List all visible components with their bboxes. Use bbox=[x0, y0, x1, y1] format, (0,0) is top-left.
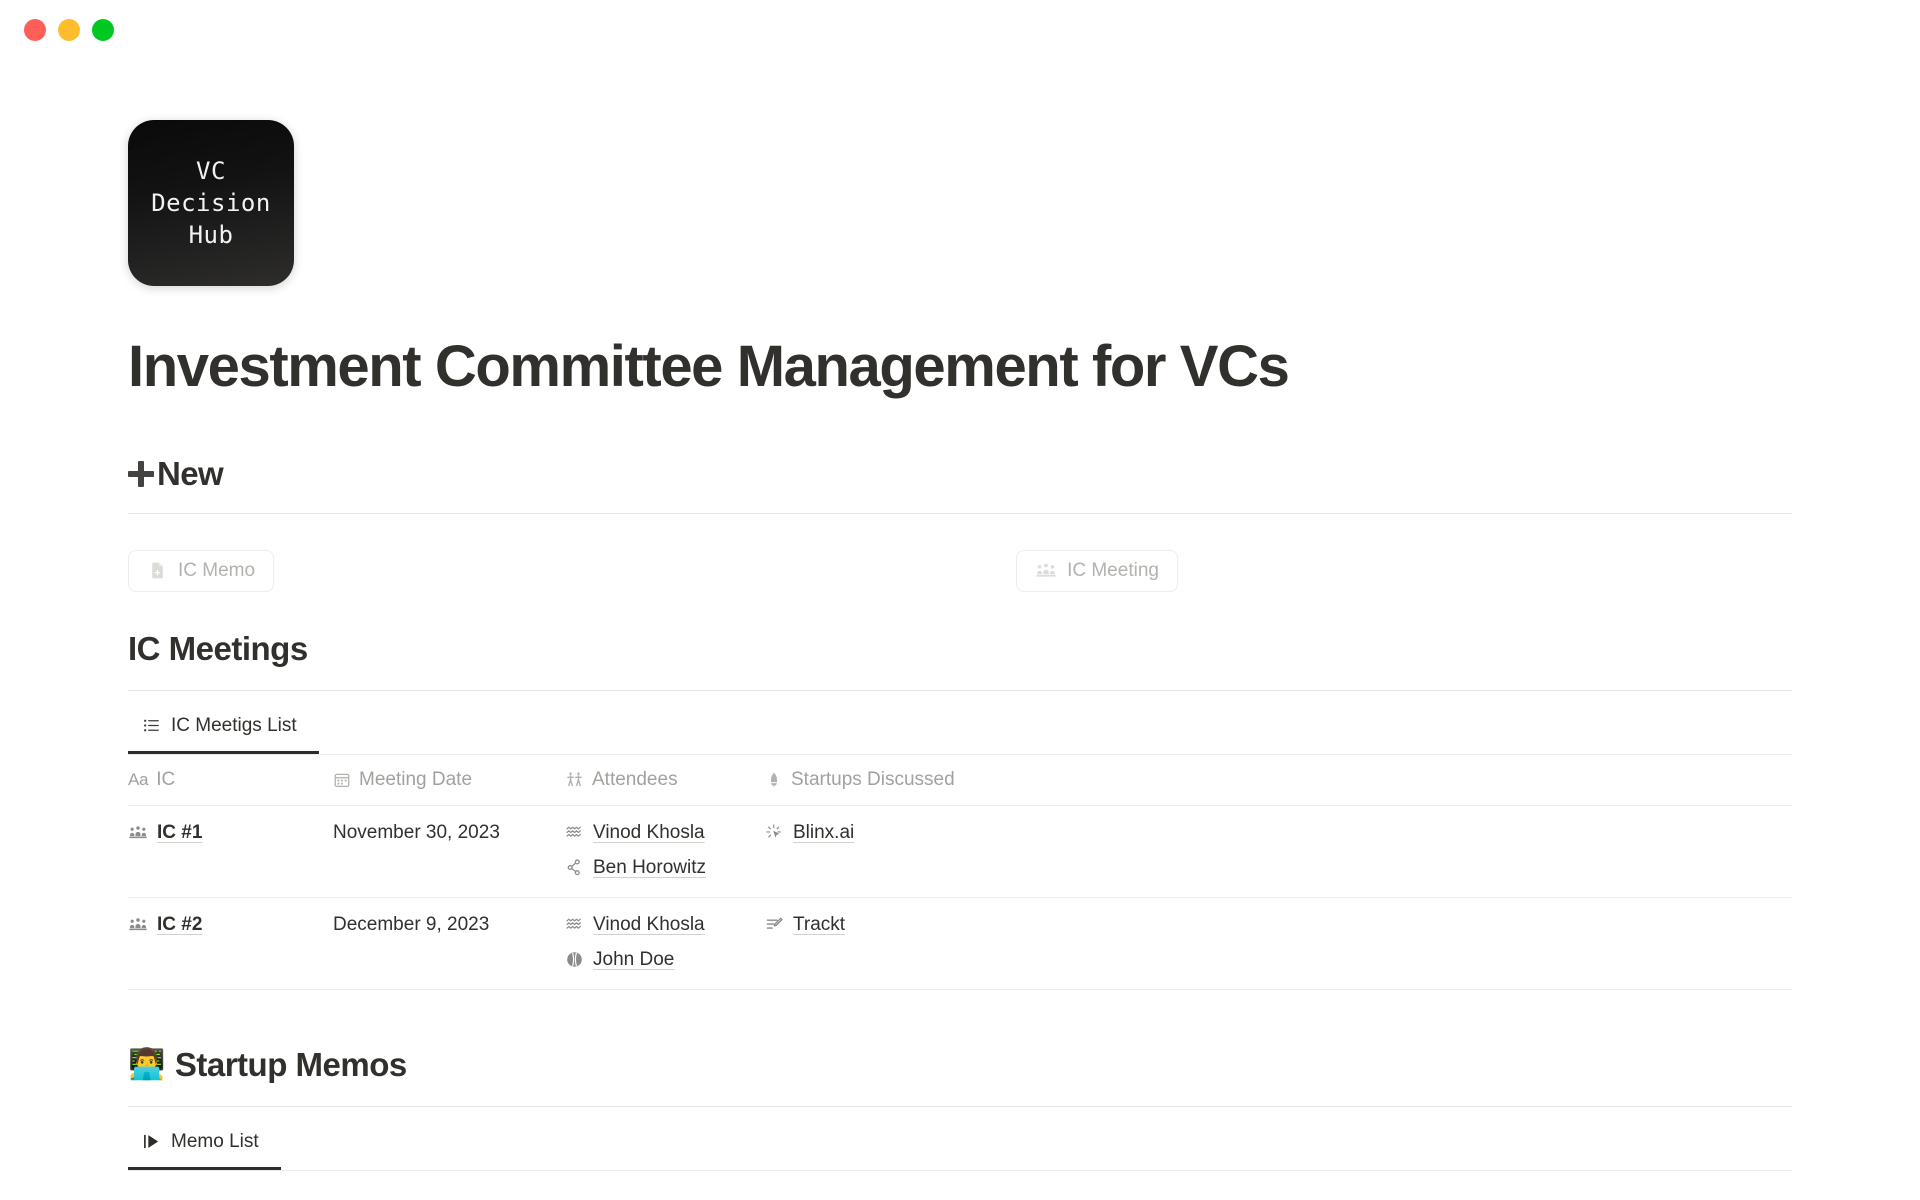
aa-text-icon: Aa bbox=[128, 769, 149, 789]
cell-startups-discussed: Trackt bbox=[765, 897, 1792, 990]
ic-meetings-section-title-label: IC Meetings bbox=[128, 629, 308, 667]
technologist-emoji-icon: 👨‍💻 bbox=[128, 1047, 165, 1081]
new-section-heading-label: New bbox=[157, 454, 224, 492]
column-header-ic[interactable]: Aa IC bbox=[128, 754, 333, 806]
column-header-attendees-label: Attendees bbox=[592, 768, 678, 790]
tab-ic-meetings-list[interactable]: IC Meetigs List bbox=[128, 709, 319, 754]
ic-meeting-link[interactable]: IC #1 bbox=[157, 822, 202, 844]
table-row[interactable]: IC #2 December 9, 2023 Vinod Khosla John… bbox=[128, 897, 1792, 990]
new-buttons-row: IC Memo IC Meeting bbox=[128, 514, 1792, 630]
startup-memos-tabs: Memo List bbox=[128, 1107, 1792, 1171]
ic-meetings-section-title: IC Meetings bbox=[128, 630, 1792, 668]
page-title: Investment Committee Management for VCs bbox=[128, 334, 1290, 399]
tab-memo-list[interactable]: Memo List bbox=[128, 1125, 281, 1170]
meeting-date-value: December 9, 2023 bbox=[333, 913, 490, 935]
attendee-link[interactable]: Ben Horowitz bbox=[593, 857, 706, 879]
app-cover-icon[interactable]: VC Decision Hub bbox=[128, 120, 294, 286]
startup-memos-section-title-label: Startup Memos bbox=[174, 1045, 407, 1083]
ic-meetings-tabs: IC Meetigs List bbox=[128, 691, 1792, 755]
rocket-icon bbox=[765, 771, 783, 789]
cell-meeting-date: November 30, 2023 bbox=[333, 805, 565, 898]
attendee-link[interactable]: Vinod Khosla bbox=[593, 822, 705, 844]
tab-ic-meetings-list-label: IC Meetigs List bbox=[171, 714, 297, 736]
calendar-icon bbox=[333, 771, 351, 789]
cursor-sparkle-icon bbox=[765, 823, 784, 842]
edit-list-icon bbox=[765, 915, 784, 934]
cell-attendees: Vinod Khosla Ben Horowitz bbox=[565, 805, 765, 898]
startup-link[interactable]: Trackt bbox=[793, 914, 845, 936]
cell-ic: IC #2 bbox=[128, 897, 333, 990]
app-cover-icon-label: VC Decision Hub bbox=[151, 156, 271, 250]
table-row[interactable]: IC #1 November 30, 2023 Vinod Khosla Ben… bbox=[128, 805, 1792, 898]
ic-meetings-table: Aa IC Meeting Date Attendees Startups Di… bbox=[128, 754, 1792, 990]
page-content: VC Decision Hub Investment Committee Man… bbox=[0, 60, 1920, 1171]
minimize-window-button[interactable] bbox=[58, 19, 80, 41]
circle-ball-icon bbox=[565, 950, 584, 969]
startup-link[interactable]: Blinx.ai bbox=[793, 822, 854, 844]
column-header-startups-discussed-label: Startups Discussed bbox=[791, 768, 955, 790]
column-header-attendees[interactable]: Attendees bbox=[565, 754, 765, 806]
cell-attendees: Vinod Khosla John Doe bbox=[565, 897, 765, 990]
attendee-link[interactable]: Vinod Khosla bbox=[593, 914, 705, 936]
new-ic-meeting-button[interactable]: IC Meeting bbox=[1016, 549, 1178, 592]
startup-memos-section-title: 👨‍💻 Startup Memos bbox=[128, 1046, 1792, 1084]
new-ic-meeting-label: IC Meeting bbox=[1067, 559, 1159, 581]
maximize-window-button[interactable] bbox=[92, 19, 114, 41]
meeting-people-icon bbox=[128, 823, 148, 843]
column-header-ic-label: IC bbox=[156, 768, 176, 790]
cell-ic: IC #1 bbox=[128, 805, 333, 898]
list-icon bbox=[142, 716, 161, 735]
new-ic-memo-label: IC Memo bbox=[178, 559, 256, 581]
people-icon bbox=[565, 770, 584, 789]
play-gallery-icon bbox=[142, 1132, 161, 1151]
cell-meeting-date: December 9, 2023 bbox=[333, 897, 565, 990]
column-header-startups-discussed[interactable]: Startups Discussed bbox=[765, 754, 1792, 806]
tab-memo-list-label: Memo List bbox=[171, 1130, 259, 1152]
plus-icon bbox=[128, 460, 154, 487]
new-ic-memo-button[interactable]: IC Memo bbox=[128, 549, 275, 592]
column-header-meeting-date[interactable]: Meeting Date bbox=[333, 754, 565, 806]
waves-icon bbox=[565, 915, 584, 934]
meeting-date-value: November 30, 2023 bbox=[333, 821, 500, 843]
cell-startups-discussed: Blinx.ai bbox=[765, 805, 1792, 898]
new-section-heading: New bbox=[128, 455, 1792, 493]
window-titlebar bbox=[0, 0, 1920, 60]
document-plus-icon bbox=[147, 560, 168, 581]
meeting-people-icon bbox=[1035, 560, 1057, 582]
ic-meeting-link[interactable]: IC #2 bbox=[157, 914, 202, 936]
close-window-button[interactable] bbox=[24, 19, 46, 41]
meeting-people-icon bbox=[128, 915, 148, 935]
waves-icon bbox=[565, 823, 584, 842]
table-header-row: Aa IC Meeting Date Attendees Startups Di… bbox=[128, 754, 1792, 806]
column-header-meeting-date-label: Meeting Date bbox=[359, 768, 473, 790]
node-graph-icon bbox=[565, 858, 584, 877]
attendee-link[interactable]: John Doe bbox=[593, 949, 674, 971]
